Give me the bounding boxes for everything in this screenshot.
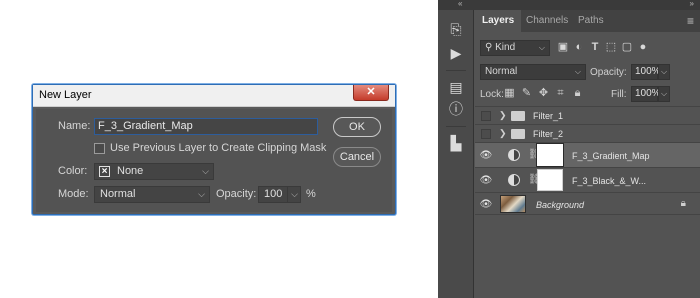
- tab-layers[interactable]: Layers: [475, 10, 522, 32]
- lock-icon: 🔒︎: [680, 198, 686, 209]
- expand-arrow-icon[interactable]: ❯: [499, 128, 507, 139]
- layer-name: Filter_2: [533, 129, 564, 139]
- color-value: None: [117, 165, 144, 177]
- shape-filter-icon[interactable]: ⬚: [604, 40, 618, 54]
- filter-toggle-icon[interactable]: ●: [636, 40, 650, 54]
- lock-artboard-icon[interactable]: ⌗: [554, 87, 567, 100]
- cancel-button[interactable]: Cancel: [333, 147, 381, 167]
- dialog-title: New Layer: [39, 89, 92, 101]
- layer-mask-thumbnail[interactable]: [537, 169, 563, 191]
- dock-header: « »: [438, 0, 700, 10]
- folder-icon: [511, 129, 525, 139]
- folder-icon: [511, 111, 525, 121]
- layer-row-gradient-map[interactable]: 👁︎ ⛓︎ F_3_Gradient_Map: [475, 142, 700, 167]
- layer-row-filter-2[interactable]: ❯ Filter_2: [475, 124, 700, 142]
- mode-label: Mode:: [58, 188, 89, 200]
- collapse-right-icon[interactable]: »: [690, 0, 694, 8]
- opacity-dropdown[interactable]: ⌵: [287, 186, 301, 203]
- chevron-down-icon: ⌵: [660, 89, 668, 98]
- actions-play-icon[interactable]: ▶: [438, 42, 474, 64]
- filter-kind-value: Kind: [495, 42, 516, 53]
- lock-label: Lock:: [480, 89, 504, 100]
- color-label: Color:: [58, 165, 88, 177]
- gradient-map-icon: [508, 149, 520, 161]
- clipping-mask-label: Use Previous Layer to Create Clipping Ma…: [110, 142, 327, 154]
- blend-row: Normal ⌵ Opacity: 100% ⌵: [475, 62, 700, 82]
- fill-chevron[interactable]: ⌵: [658, 86, 670, 102]
- opacity-field[interactable]: 100%: [631, 64, 661, 80]
- chevron-down-icon: ⌵: [538, 43, 545, 52]
- collapse-left-icon[interactable]: «: [458, 0, 462, 8]
- lock-position-icon[interactable]: ✥: [537, 87, 550, 100]
- ok-button[interactable]: OK: [333, 117, 381, 137]
- layers-panel: Layers Channels Paths ≡ ⚲ Kind ⌵ ▣ ◐ T ⬚…: [475, 10, 700, 298]
- mode-select[interactable]: Normal ⌵: [94, 186, 210, 203]
- opacity-input[interactable]: 100: [258, 186, 288, 203]
- layer-row-filter-1[interactable]: ❯ Filter_1: [475, 106, 700, 124]
- dialog-titlebar[interactable]: New Layer ✕: [33, 85, 395, 107]
- visibility-toggle[interactable]: [481, 129, 491, 139]
- divider: [446, 126, 466, 127]
- opacity-label: Opacity:: [590, 67, 627, 78]
- filter-row: ⚲ Kind ⌵ ▣ ◐ T ⬚ ▢ ●: [475, 38, 700, 58]
- eye-icon[interactable]: 👁︎: [479, 175, 493, 186]
- black-white-adjustment-icon: [508, 174, 520, 186]
- panel-tabs: Layers Channels Paths ≡: [475, 10, 700, 32]
- tab-paths[interactable]: Paths: [571, 10, 611, 32]
- dialog-body: Name: F_3_Gradient_Map Use Previous Laye…: [36, 109, 392, 212]
- expand-arrow-icon[interactable]: ❯: [499, 110, 507, 121]
- visibility-toggle[interactable]: [481, 111, 491, 121]
- layer-row-background[interactable]: 👁︎ Background 🔒︎: [475, 192, 700, 215]
- eye-icon[interactable]: 👁︎: [479, 150, 493, 161]
- lock-row: Lock: ▦ ✎ ✥ ⌗ 🔒︎ Fill: 100% ⌵: [475, 84, 700, 104]
- layer-row-black-white[interactable]: 👁︎ ⛓︎ F_3_Black_&_W...: [475, 167, 700, 192]
- history-icon[interactable]: ⎘: [438, 18, 474, 40]
- opacity-unit: %: [306, 188, 316, 200]
- layer-name: F_3_Gradient_Map: [572, 151, 650, 161]
- chevron-down-icon: ⌵: [574, 67, 581, 76]
- divider: [446, 70, 466, 71]
- filter-kind-select[interactable]: ⚲ Kind ⌵: [480, 40, 550, 56]
- fill-label: Fill:: [611, 89, 627, 100]
- panel-menu-icon[interactable]: ≡: [687, 14, 694, 28]
- lock-transparent-icon[interactable]: ▦: [503, 87, 516, 100]
- close-button[interactable]: ✕: [353, 85, 389, 101]
- layer-name: Background: [536, 200, 585, 210]
- background-thumbnail: [500, 195, 526, 213]
- pixel-filter-icon[interactable]: ▣: [556, 40, 570, 54]
- layer-mask-thumbnail[interactable]: [536, 143, 564, 167]
- eye-icon[interactable]: 👁︎: [479, 199, 493, 210]
- layer-name: Filter_1: [533, 111, 564, 121]
- panel-icon-strip: ⎘ ▶ ▤ ⓘ ▙: [438, 10, 474, 298]
- type-filter-icon[interactable]: T: [588, 40, 602, 54]
- blend-mode-value: Normal: [485, 66, 518, 77]
- tab-channels[interactable]: Channels: [519, 10, 575, 32]
- lock-image-icon[interactable]: ✎: [520, 87, 533, 100]
- mode-value: Normal: [100, 188, 136, 200]
- chevron-down-icon: ⌵: [660, 67, 668, 76]
- color-select[interactable]: × None ⌵: [94, 163, 214, 180]
- new-layer-dialog: New Layer ✕ Name: F_3_Gradient_Map Use P…: [32, 84, 396, 215]
- name-input[interactable]: F_3_Gradient_Map: [94, 118, 318, 135]
- chevron-down-icon: ⌵: [202, 166, 209, 176]
- info-icon[interactable]: ⓘ: [438, 98, 474, 120]
- adjustment-filter-icon[interactable]: ◐: [572, 40, 586, 54]
- lock-all-icon[interactable]: 🔒︎: [571, 87, 584, 100]
- name-label: Name:: [58, 120, 91, 132]
- panel-dock: « » ⎘ ▶ ▤ ⓘ ▙ Layers Channels Paths ≡ ⚲ …: [438, 0, 700, 298]
- search-icon: ⚲: [485, 42, 496, 53]
- opacity-label: Opacity:: [216, 188, 257, 200]
- no-color-icon: ×: [99, 166, 110, 177]
- close-icon: ✕: [366, 86, 376, 98]
- smart-object-filter-icon[interactable]: ▢: [620, 40, 634, 54]
- fill-field[interactable]: 100%: [631, 86, 661, 102]
- layer-comps-icon[interactable]: ▙: [438, 132, 474, 154]
- chevron-down-icon: ⌵: [291, 189, 298, 199]
- blend-mode-select[interactable]: Normal ⌵: [480, 64, 586, 80]
- layer-name: F_3_Black_&_W...: [572, 176, 647, 186]
- properties-icon[interactable]: ▤: [438, 76, 474, 98]
- clipping-mask-checkbox[interactable]: [94, 143, 105, 154]
- chevron-down-icon: ⌵: [198, 189, 205, 199]
- opacity-chevron[interactable]: ⌵: [658, 64, 670, 80]
